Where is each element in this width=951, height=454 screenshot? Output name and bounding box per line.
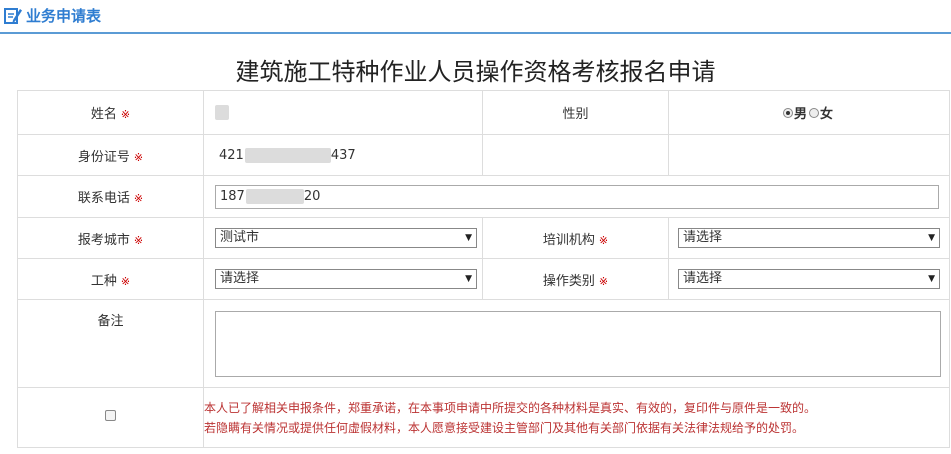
remarks-label: 备注 bbox=[97, 314, 124, 329]
training-org-value: 请选择 bbox=[683, 230, 723, 245]
training-org-label: 培训机构 bbox=[542, 232, 595, 248]
exam-city-label: 报考城市 bbox=[77, 232, 130, 248]
id-number-prefix: 421 bbox=[219, 147, 244, 163]
dropdown-arrow-icon: ▼ bbox=[928, 274, 935, 284]
form-title: 建筑施工特种作业人员操作资格考核报名申请 bbox=[235, 58, 716, 86]
edit-form-icon bbox=[4, 8, 22, 24]
org-label-cell: 培训机构 ※ bbox=[482, 217, 669, 259]
row-city-org: 报考城市 ※ 测试市 ▼ 培训机构 ※ 请选择 ▼ bbox=[17, 217, 950, 259]
operation-category-value: 请选择 bbox=[683, 271, 723, 286]
dropdown-arrow-icon: ▼ bbox=[465, 233, 472, 243]
operation-category-label: 操作类别 bbox=[542, 273, 595, 289]
redacted-mask bbox=[215, 105, 229, 120]
row-job-category: 工种 ※ 请选择 ▼ 操作类别 ※ 请选择 ▼ bbox=[17, 258, 950, 300]
remarks-label-cell: 备注 bbox=[17, 299, 204, 388]
gender-options: 男女 bbox=[668, 90, 950, 135]
job-type-value: 请选择 bbox=[220, 271, 260, 286]
remarks-input-cell bbox=[203, 299, 950, 388]
row-remarks: 备注 bbox=[17, 299, 950, 388]
required-mark: ※ bbox=[598, 274, 609, 288]
gender-male-radio[interactable] bbox=[782, 107, 793, 118]
declaration-line-2: 若隐瞒有关情况或提供任何虚假材料，本人愿意接受建设主管部门及其他有关部门依据有关… bbox=[204, 420, 805, 435]
declaration-line-1: 本人已了解相关申报条件，郑重承诺，在本事项申请中所提交的各种材料是真实、有效的，… bbox=[204, 400, 817, 415]
phone-input-cell: 187 20 bbox=[203, 175, 950, 218]
row-phone: 联系电话 ※ 187 20 bbox=[17, 175, 950, 218]
gender-female-label[interactable]: 女 bbox=[820, 107, 833, 122]
operation-category-select[interactable]: 请选择 ▼ bbox=[678, 269, 940, 289]
org-select-cell: 请选择 ▼ bbox=[668, 217, 950, 259]
name-label-cell: 姓名 ※ bbox=[17, 90, 204, 135]
gender-male-label[interactable]: 男 bbox=[794, 107, 807, 122]
empty-cell bbox=[668, 134, 950, 176]
declaration-checkbox-cell bbox=[17, 387, 204, 448]
empty-cell bbox=[482, 134, 669, 176]
row-id-number: 身份证号 ※ 421 437 bbox=[17, 134, 950, 176]
application-form: 姓名 ※ 性别 男女 身份证号 ※ 421 437 联系电话 ※ 187 20 报考城市 ※ bbox=[17, 90, 950, 448]
header-title: 业务申请表 bbox=[26, 7, 102, 25]
gender-label-cell: 性别 bbox=[482, 90, 669, 135]
gender-female-radio[interactable] bbox=[809, 107, 819, 118]
city-select-cell: 测试市 ▼ bbox=[203, 217, 483, 259]
dropdown-arrow-icon: ▼ bbox=[465, 274, 472, 284]
required-mark: ※ bbox=[133, 150, 144, 164]
category-label-cell: 操作类别 ※ bbox=[482, 258, 669, 300]
redacted-mask bbox=[245, 188, 304, 204]
required-mark: ※ bbox=[133, 192, 144, 205]
id-label-cell: 身份证号 ※ bbox=[17, 134, 204, 176]
phone-suffix: 20 bbox=[303, 188, 321, 204]
page-header: 业务申请表 bbox=[0, 0, 951, 34]
job-type-label: 工种 bbox=[90, 273, 117, 289]
id-number-suffix: 437 bbox=[330, 147, 356, 163]
name-value-cell bbox=[203, 90, 483, 135]
dropdown-arrow-icon: ▼ bbox=[928, 233, 935, 243]
required-mark: ※ bbox=[120, 274, 131, 288]
id-value-cell: 421 437 bbox=[203, 134, 483, 176]
declaration-text: 本人已了解相关申报条件，郑重承诺，在本事项申请中所提交的各种材料是真实、有效的，… bbox=[203, 387, 950, 448]
category-select-cell: 请选择 ▼ bbox=[668, 258, 950, 300]
redacted-mask bbox=[244, 147, 331, 163]
exam-city-select[interactable]: 测试市 ▼ bbox=[215, 228, 477, 248]
job-label-cell: 工种 ※ bbox=[17, 258, 204, 300]
training-org-select[interactable]: 请选择 ▼ bbox=[678, 228, 940, 248]
row-declaration: 本人已了解相关申报条件，郑重承诺，在本事项申请中所提交的各种材料是真实、有效的，… bbox=[17, 387, 950, 448]
phone-input[interactable]: 187 20 bbox=[215, 184, 939, 209]
city-label-cell: 报考城市 ※ bbox=[17, 217, 204, 259]
required-mark: ※ bbox=[598, 233, 609, 247]
phone-label: 联系电话 bbox=[77, 191, 130, 206]
required-mark: ※ bbox=[133, 233, 144, 247]
job-type-select[interactable]: 请选择 ▼ bbox=[215, 269, 477, 289]
gender-label: 性别 bbox=[562, 107, 589, 122]
name-label: 姓名 bbox=[90, 107, 117, 122]
required-mark: ※ bbox=[120, 108, 131, 121]
phone-prefix: 187 bbox=[220, 188, 245, 204]
phone-label-cell: 联系电话 ※ bbox=[17, 175, 204, 218]
declaration-checkbox[interactable] bbox=[105, 410, 116, 421]
job-select-cell: 请选择 ▼ bbox=[203, 258, 483, 300]
remarks-textarea[interactable] bbox=[215, 310, 941, 377]
row-name-gender: 姓名 ※ 性别 男女 bbox=[17, 90, 950, 135]
id-number-label: 身份证号 bbox=[77, 149, 130, 165]
exam-city-value: 测试市 bbox=[220, 230, 260, 245]
